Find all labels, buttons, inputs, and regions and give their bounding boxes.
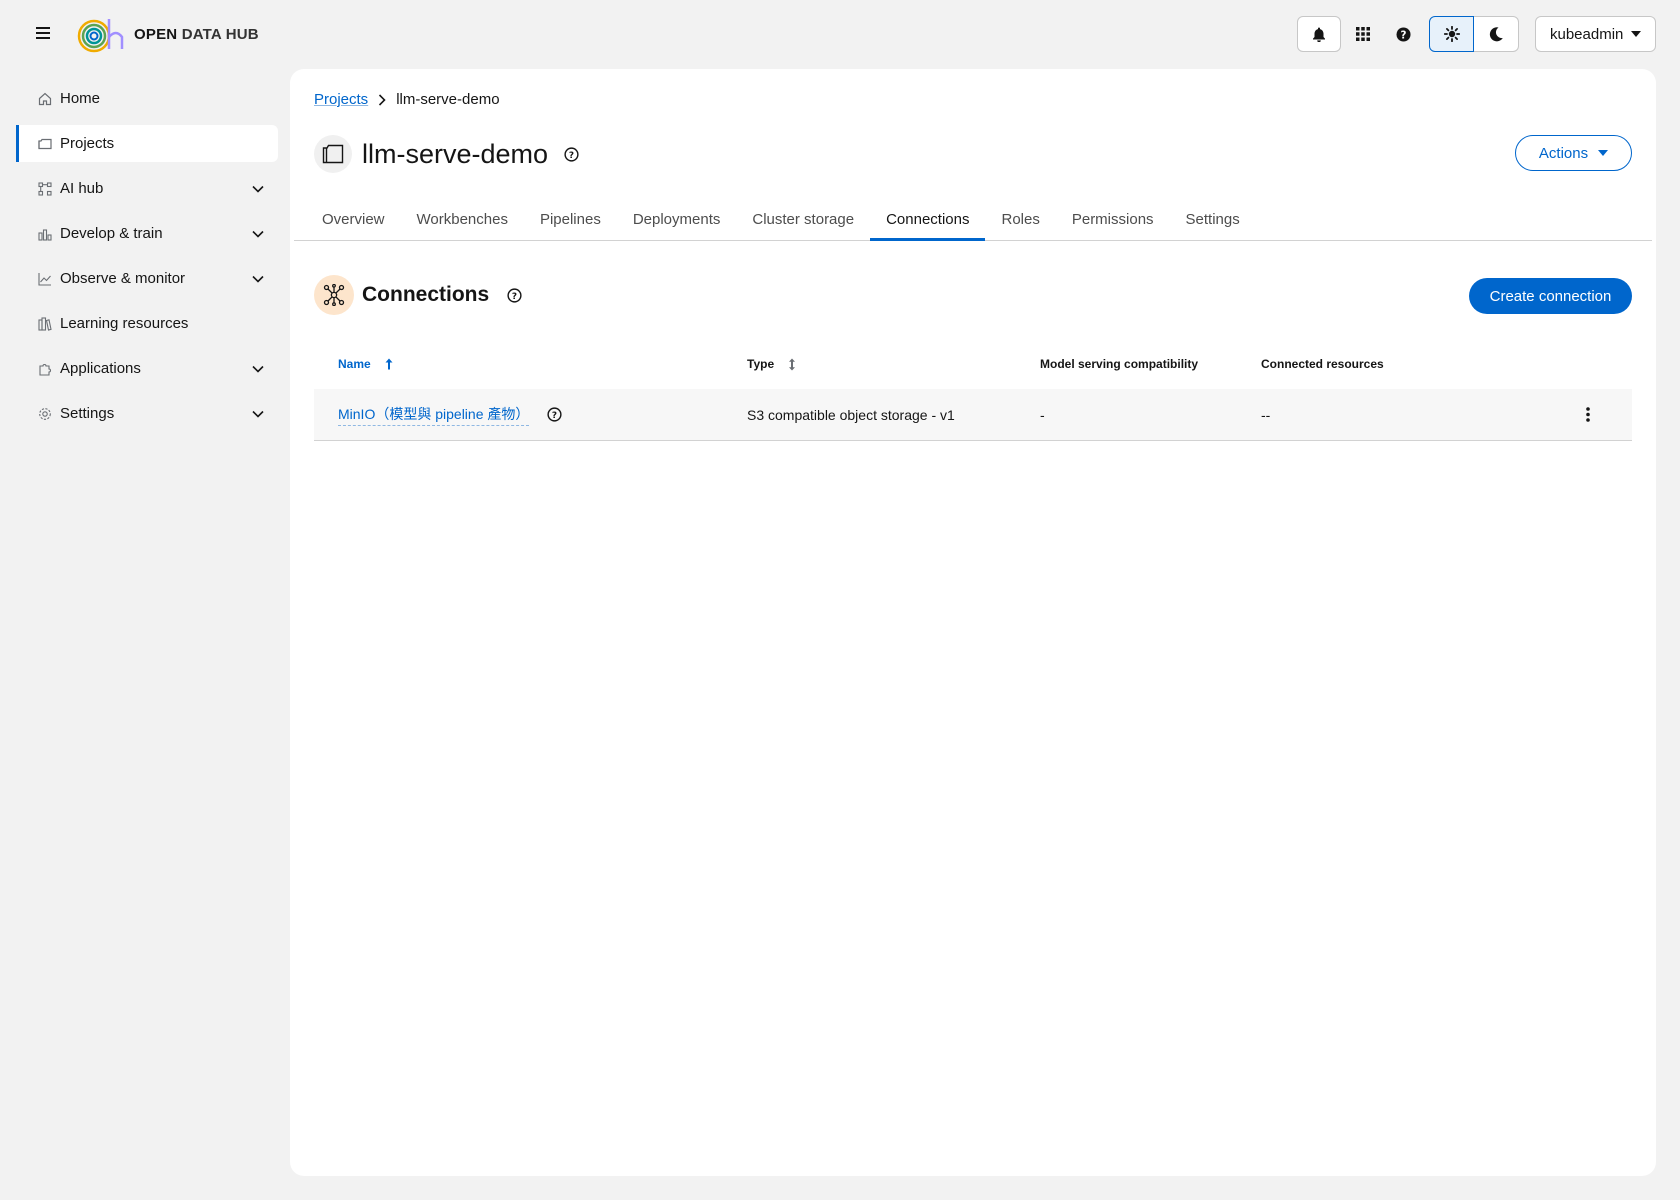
sort-ascending-icon — [385, 358, 393, 370]
create-connection-button[interactable]: Create connection — [1469, 278, 1632, 314]
moon-icon — [1489, 26, 1503, 41]
chevron-down-icon — [252, 185, 264, 193]
notifications-button[interactable] — [1297, 16, 1341, 52]
book-icon — [38, 316, 52, 331]
main-panel: Projects llm-serve-demo llm-serve-demo ?… — [290, 69, 1656, 1176]
connection-compat: - — [1040, 406, 1045, 423]
folder-icon — [38, 137, 52, 151]
tab-permissions[interactable]: Permissions — [1056, 198, 1170, 240]
tab-settings[interactable]: Settings — [1170, 198, 1256, 240]
connection-name-link[interactable]: MinIO（模型與 pipeline 產物） — [338, 404, 530, 426]
sidebar-item-observe-monitor[interactable]: Observe & monitor — [16, 260, 278, 297]
breadcrumb-projects-link[interactable]: Projects — [314, 91, 368, 108]
project-tabs: Overview Workbenches Pipelines Deploymen… — [294, 199, 1652, 241]
table-row: MinIO（模型與 pipeline 產物） ? S3 compatible o… — [314, 389, 1632, 441]
page-header: llm-serve-demo ? — [314, 135, 579, 173]
svg-text:?: ? — [569, 150, 574, 160]
svg-text:?: ? — [552, 411, 557, 421]
sidebar-item-projects[interactable]: Projects — [16, 125, 278, 162]
chevron-down-icon — [252, 365, 264, 373]
sidebar-nav: Home Projects AI hub Develop & train Obs… — [16, 80, 278, 440]
chevron-down-icon — [252, 275, 264, 283]
sidebar-item-learning-resources[interactable]: Learning resources — [16, 305, 278, 342]
sidebar-item-settings[interactable]: Settings — [16, 395, 278, 432]
project-help-icon[interactable]: ? — [564, 146, 579, 162]
sidebar-item-develop-train[interactable]: Develop & train — [16, 215, 278, 252]
svg-text:?: ? — [1400, 29, 1406, 41]
caret-down-icon — [1598, 150, 1609, 156]
svg-text:?: ? — [512, 291, 517, 301]
sidebar-item-applications[interactable]: Applications — [16, 350, 278, 387]
ai-hub-icon — [38, 181, 52, 196]
brand-logo[interactable]: OPEN DATA HUB — [76, 15, 259, 53]
chevron-right-icon — [378, 93, 386, 106]
masthead: OPEN DATA HUB ? kubeadmin — [0, 0, 1680, 68]
tab-roles[interactable]: Roles — [985, 198, 1055, 240]
connections-section-header: Connections ? — [314, 275, 522, 315]
caret-down-icon — [1631, 31, 1641, 37]
chevron-down-icon — [252, 230, 264, 238]
actions-dropdown-button[interactable]: Actions — [1515, 135, 1632, 171]
dark-theme-button[interactable] — [1474, 16, 1519, 52]
theme-toggle — [1429, 16, 1519, 52]
connections-table: Name Type Model serving compatibility Co… — [314, 339, 1632, 441]
kebab-icon — [1586, 407, 1590, 422]
help-menu-button[interactable]: ? — [1383, 16, 1423, 52]
row-actions-kebab-button[interactable] — [1568, 397, 1608, 433]
odh-logo-icon — [77, 19, 124, 53]
tab-workbenches[interactable]: Workbenches — [401, 198, 524, 240]
section-title: Connections — [362, 283, 490, 306]
tab-connections[interactable]: Connections — [870, 198, 986, 241]
sort-icon — [788, 358, 796, 371]
brand-name: OPEN DATA HUB — [134, 25, 259, 43]
bell-icon — [1313, 27, 1325, 42]
help-icon: ? — [1395, 26, 1411, 42]
breadcrumb-current: llm-serve-demo — [396, 91, 500, 108]
flask-icon — [38, 227, 52, 241]
connection-info-icon[interactable]: ? — [547, 407, 562, 422]
username: kubeadmin — [1550, 25, 1624, 43]
tab-cluster-storage[interactable]: Cluster storage — [736, 198, 870, 240]
light-theme-button[interactable] — [1429, 16, 1474, 52]
connection-type: S3 compatible object storage - v1 — [747, 406, 955, 423]
column-header-connected-resources: Connected resources — [1261, 357, 1384, 371]
tab-pipelines[interactable]: Pipelines — [524, 198, 617, 240]
chart-line-icon — [38, 272, 52, 286]
project-folder-icon — [314, 135, 352, 173]
page-title: llm-serve-demo — [362, 138, 549, 169]
column-header-model-serving: Model serving compatibility — [1040, 357, 1199, 371]
user-menu-button[interactable]: kubeadmin — [1535, 16, 1656, 52]
sidebar-item-ai-hub[interactable]: AI hub — [16, 170, 278, 207]
connections-icon — [314, 275, 354, 315]
sidebar-item-home[interactable]: Home — [16, 80, 278, 117]
tab-deployments[interactable]: Deployments — [617, 198, 737, 240]
breadcrumb: Projects llm-serve-demo — [314, 91, 500, 108]
cog-icon — [38, 407, 52, 421]
menu-icon[interactable] — [30, 20, 56, 46]
table-header: Name Type Model serving compatibility Co… — [314, 339, 1632, 389]
connection-resources: -- — [1261, 406, 1271, 423]
column-header-name[interactable]: Name — [314, 357, 747, 371]
column-header-type[interactable]: Type — [747, 357, 1040, 371]
sun-icon — [1443, 26, 1460, 42]
connections-help-icon[interactable]: ? — [507, 287, 522, 303]
tab-overview[interactable]: Overview — [306, 198, 401, 240]
app-launcher-icon — [1356, 27, 1370, 41]
puzzle-icon — [38, 362, 52, 376]
chevron-down-icon — [252, 410, 264, 418]
home-icon — [38, 92, 52, 106]
app-launcher-button[interactable] — [1343, 16, 1383, 52]
